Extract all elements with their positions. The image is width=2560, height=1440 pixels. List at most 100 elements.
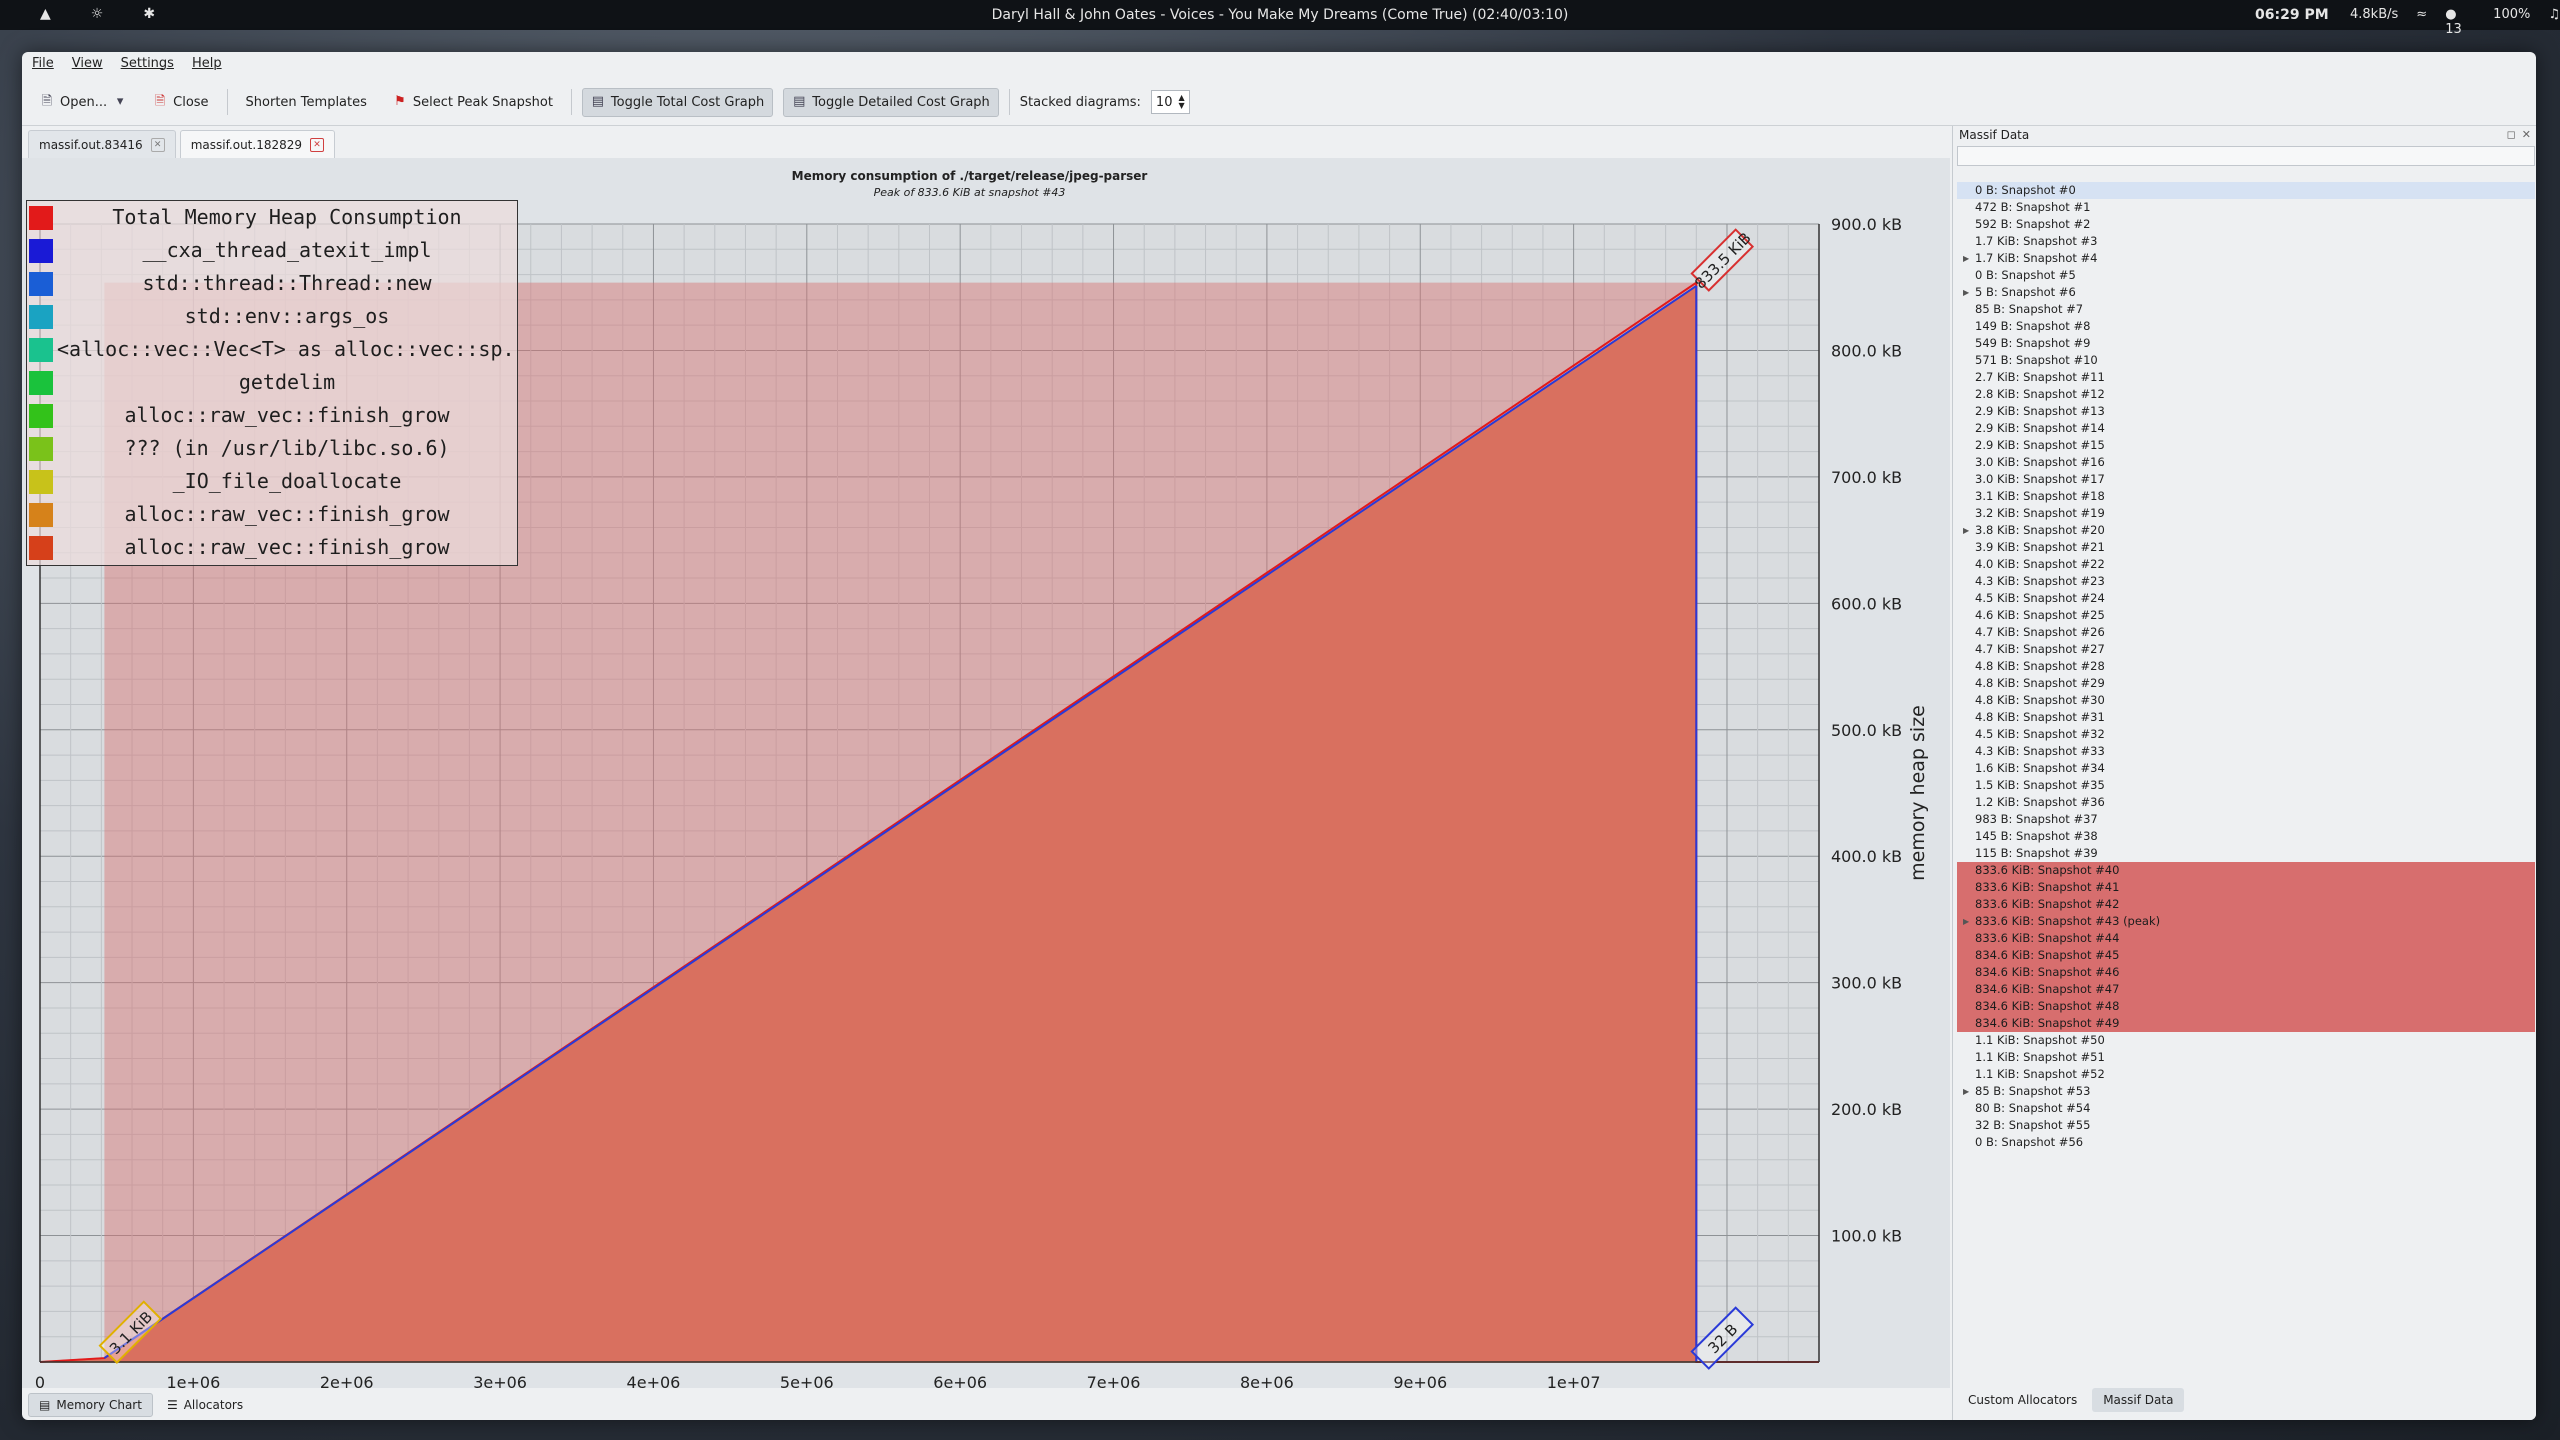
snapshot-row[interactable]: 145 B: Snapshot #38 [1957, 828, 2535, 845]
snapshot-row[interactable]: 4.3 KiB: Snapshot #33 [1957, 743, 2535, 760]
snapshot-row[interactable]: 4.8 KiB: Snapshot #28 [1957, 658, 2535, 675]
snapshot-row[interactable]: 833.6 KiB: Snapshot #44 [1957, 930, 2535, 947]
close-pane-icon[interactable]: ✕ [2522, 128, 2531, 141]
filter-input[interactable] [1957, 146, 2535, 166]
tab-allocators[interactable]: ☰ Allocators [157, 1394, 253, 1416]
tab-custom-allocators[interactable]: Custom Allocators [1957, 1388, 2088, 1412]
shorten-templates-button[interactable]: Shorten Templates [238, 89, 375, 116]
wifi-icon[interactable]: ≈ [2416, 7, 2427, 37]
snapshot-row[interactable]: 4.6 KiB: Snapshot #25 [1957, 607, 2535, 624]
snapshot-label: 4.3 KiB: Snapshot #23 [1975, 574, 2105, 588]
tab-memory-chart[interactable]: ▤ Memory Chart [28, 1393, 153, 1417]
snapshot-row[interactable]: ▶ 85 B: Snapshot #53 [1957, 1083, 2535, 1100]
snapshot-row[interactable]: 80 B: Snapshot #54 [1957, 1100, 2535, 1117]
close-tab-icon[interactable]: ✕ [310, 137, 325, 152]
snapshot-row[interactable]: ▶ 1.7 KiB: Snapshot #4 [1957, 250, 2535, 267]
snapshot-row[interactable]: 833.6 KiB: Snapshot #42 [1957, 896, 2535, 913]
snapshot-row[interactable]: 3.2 KiB: Snapshot #19 [1957, 505, 2535, 522]
legend-swatch [29, 437, 53, 461]
snapshot-row[interactable]: 833.6 KiB: Snapshot #41 [1957, 879, 2535, 896]
menu-help[interactable]: Help [192, 56, 222, 71]
expand-arrow-icon[interactable]: ▶ [1963, 250, 1969, 267]
tab-massif-data[interactable]: Massif Data [2092, 1388, 2185, 1412]
snapshot-row[interactable]: 4.5 KiB: Snapshot #32 [1957, 726, 2535, 743]
tab-label: massif.out.83416 [39, 137, 143, 152]
snapshot-row[interactable]: 4.5 KiB: Snapshot #24 [1957, 590, 2535, 607]
snapshot-row[interactable]: 833.6 KiB: Snapshot #40 [1957, 862, 2535, 879]
close-button[interactable]: 🗎 Close [145, 89, 216, 116]
toggle-total-cost-graph-button[interactable]: ▤ Toggle Total Cost Graph [581, 87, 774, 117]
toggle-detailed-cost-graph-button[interactable]: ▤ Toggle Detailed Cost Graph [783, 87, 999, 117]
snapshot-row[interactable]: 3.0 KiB: Snapshot #17 [1957, 471, 2535, 488]
snapshot-row[interactable]: 1.7 KiB: Snapshot #3 [1957, 233, 2535, 250]
snapshot-row[interactable]: 834.6 KiB: Snapshot #48 [1957, 998, 2535, 1015]
tab-massif-182829[interactable]: massif.out.182829 ✕ [179, 130, 336, 158]
snapshot-row[interactable]: 3.1 KiB: Snapshot #18 [1957, 488, 2535, 505]
chart-title: Memory consumption of ./target/release/j… [792, 169, 1148, 183]
menu-settings[interactable]: Settings [121, 56, 174, 71]
snapshot-row[interactable]: 4.8 KiB: Snapshot #30 [1957, 692, 2535, 709]
snapshot-row[interactable]: 549 B: Snapshot #9 [1957, 335, 2535, 352]
snapshot-row[interactable]: 85 B: Snapshot #7 [1957, 301, 2535, 318]
snapshot-row[interactable]: 2.9 KiB: Snapshot #13 [1957, 403, 2535, 420]
snapshot-row[interactable]: 4.0 KiB: Snapshot #22 [1957, 556, 2535, 573]
float-pane-icon[interactable]: ◻ [2507, 128, 2516, 141]
snapshot-row[interactable]: 4.7 KiB: Snapshot #26 [1957, 624, 2535, 641]
select-peak-button[interactable]: ⚑ Select Peak Snapshot [385, 89, 561, 116]
snapshot-label: 1.6 KiB: Snapshot #34 [1975, 761, 2105, 775]
snapshot-row[interactable]: 4.8 KiB: Snapshot #31 [1957, 709, 2535, 726]
snapshot-row[interactable]: 1.2 KiB: Snapshot #36 [1957, 794, 2535, 811]
snapshot-row[interactable]: 0 B: Snapshot #56 [1957, 1134, 2535, 1151]
expand-arrow-icon[interactable]: ▶ [1963, 284, 1969, 301]
snapshot-row[interactable]: 1.1 KiB: Snapshot #52 [1957, 1066, 2535, 1083]
snapshot-row[interactable]: 571 B: Snapshot #10 [1957, 352, 2535, 369]
notification-count[interactable]: ● 13 [2445, 7, 2475, 37]
snapshot-row[interactable]: ▶ 3.8 KiB: Snapshot #20 [1957, 522, 2535, 539]
snapshot-row[interactable]: ▶ 833.6 KiB: Snapshot #43 (peak) [1957, 913, 2535, 930]
battery-level[interactable]: 100% [2493, 7, 2530, 37]
snapshot-row[interactable]: 834.6 KiB: Snapshot #49 [1957, 1015, 2535, 1032]
snapshot-row[interactable]: 834.6 KiB: Snapshot #46 [1957, 964, 2535, 981]
snapshot-row[interactable]: 2.8 KiB: Snapshot #12 [1957, 386, 2535, 403]
snapshot-row[interactable]: 3.9 KiB: Snapshot #21 [1957, 539, 2535, 556]
snapshot-row[interactable]: 2.9 KiB: Snapshot #14 [1957, 420, 2535, 437]
expand-arrow-icon[interactable]: ▶ [1963, 522, 1969, 539]
snapshot-row[interactable]: 4.3 KiB: Snapshot #23 [1957, 573, 2535, 590]
snapshot-row[interactable]: 1.1 KiB: Snapshot #51 [1957, 1049, 2535, 1066]
snapshot-row[interactable]: 834.6 KiB: Snapshot #47 [1957, 981, 2535, 998]
snapshot-row[interactable]: 834.6 KiB: Snapshot #45 [1957, 947, 2535, 964]
tab-massif-83416[interactable]: massif.out.83416 ✕ [28, 130, 176, 158]
snapshot-row[interactable]: 1.6 KiB: Snapshot #34 [1957, 760, 2535, 777]
snapshot-row[interactable]: 2.9 KiB: Snapshot #15 [1957, 437, 2535, 454]
spin-arrows-icon[interactable]: ▲ ▼ [1178, 94, 1184, 110]
expand-arrow-icon[interactable]: ▶ [1963, 913, 1969, 930]
snapshot-row[interactable]: 3.0 KiB: Snapshot #16 [1957, 454, 2535, 471]
snapshot-row[interactable]: 0 B: Snapshot #5 [1957, 267, 2535, 284]
clock[interactable]: 06:29 PM [2255, 7, 2329, 23]
snapshot-row[interactable]: 149 B: Snapshot #8 [1957, 318, 2535, 335]
menu-file[interactable]: File [32, 56, 54, 71]
snapshot-row[interactable]: ▶ 5 B: Snapshot #6 [1957, 284, 2535, 301]
open-button[interactable]: 🗎 Open... ▾ [32, 89, 135, 116]
snapshot-row[interactable]: 1.5 KiB: Snapshot #35 [1957, 777, 2535, 794]
snapshot-list[interactable]: 0 B: Snapshot #0 472 B: Snapshot #1 592 B:… [1957, 182, 2535, 1151]
legend-label: __cxa_thread_atexit_impl [142, 238, 432, 262]
chevron-down-icon[interactable]: ▾ [113, 95, 127, 109]
snapshot-row[interactable]: 4.7 KiB: Snapshot #27 [1957, 641, 2535, 658]
expand-arrow-icon[interactable]: ▶ [1963, 1083, 1969, 1100]
snapshot-row[interactable]: 472 B: Snapshot #1 [1957, 199, 2535, 216]
snapshot-row[interactable]: 32 B: Snapshot #55 [1957, 1117, 2535, 1134]
snapshot-row[interactable]: 4.8 KiB: Snapshot #29 [1957, 675, 2535, 692]
snapshot-row[interactable]: 592 B: Snapshot #2 [1957, 216, 2535, 233]
stacked-diagrams-spinbox[interactable]: 10 ▲ ▼ [1150, 90, 1190, 114]
snapshot-row[interactable]: 115 B: Snapshot #39 [1957, 845, 2535, 862]
memory-chart-area[interactable]: 0 1e+06 2e+06 3e+06 4e+06 5e+06 6e+06 7e+06 8e+0… [22, 158, 1950, 1388]
close-tab-icon[interactable]: ✕ [150, 137, 165, 152]
snapshot-row[interactable]: 1.1 KiB: Snapshot #50 [1957, 1032, 2535, 1049]
menu-view[interactable]: View [72, 56, 103, 71]
snapshot-row[interactable]: 983 B: Snapshot #37 [1957, 811, 2535, 828]
volume-icon[interactable]: ♫ [2548, 7, 2560, 37]
snapshot-row[interactable]: 0 B: Snapshot #0 [1957, 182, 2535, 199]
stacked-diagrams-value[interactable]: 10 [1156, 95, 1173, 110]
snapshot-row[interactable]: 2.7 KiB: Snapshot #11 [1957, 369, 2535, 386]
